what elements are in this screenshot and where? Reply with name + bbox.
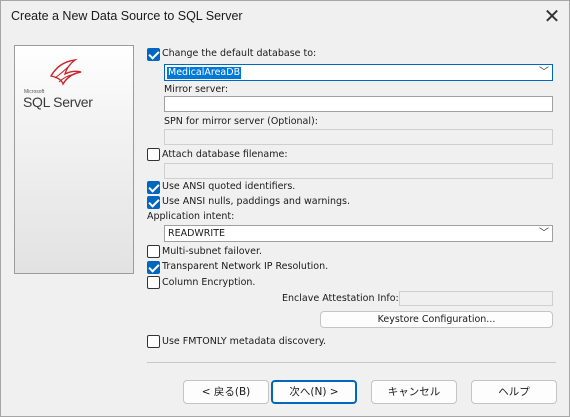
attach-db-checkbox[interactable] [147, 148, 160, 161]
column-encryption-label: Column Encryption. [162, 277, 256, 288]
title-bar: Create a New Data Source to SQL Server ✕ [1, 1, 569, 32]
multi-subnet-checkbox[interactable] [147, 245, 160, 258]
tnir-label: Transparent Network IP Resolution. [162, 261, 329, 272]
app-intent-value: READWRITE [168, 228, 226, 239]
sql-server-logo-icon [49, 58, 82, 86]
mirror-server-input[interactable] [164, 96, 553, 112]
database-combobox[interactable]: MedicalAreaDB ﹀ [164, 64, 553, 81]
spn-input[interactable] [164, 129, 553, 145]
attach-db-input[interactable] [164, 163, 553, 179]
change-default-db-checkbox[interactable] [147, 48, 160, 61]
ansi-nulls-label: Use ANSI nulls, paddings and warnings. [162, 196, 351, 207]
database-value: MedicalAreaDB [167, 67, 242, 79]
chevron-down-icon[interactable]: ﹀ [539, 226, 549, 241]
app-intent-combobox[interactable]: READWRITE ﹀ [164, 225, 553, 242]
multi-subnet-label: Multi-subnet failover. [162, 246, 263, 257]
spn-label: SPN for mirror server (Optional): [164, 116, 318, 127]
enclave-input[interactable] [399, 291, 553, 306]
ansi-nulls-checkbox[interactable] [147, 196, 160, 209]
tnir-checkbox[interactable] [147, 261, 160, 274]
dialog-window: Create a New Data Source to SQL Server ✕… [0, 0, 570, 417]
enclave-label: Enclave Attestation Info: [282, 293, 399, 304]
close-icon: ✕ [543, 4, 561, 28]
attach-db-label: Attach database filename: [162, 149, 288, 160]
window-title: Create a New Data Source to SQL Server [11, 9, 243, 23]
app-intent-label: Application intent: [147, 211, 235, 222]
change-default-db-label: Change the default database to: [162, 48, 317, 59]
ansi-quoted-label: Use ANSI quoted identifiers. [162, 181, 296, 192]
sql-server-logo-panel: Microsoft SQL Server [14, 45, 134, 274]
close-button[interactable]: ✕ [537, 3, 567, 29]
column-encryption-checkbox[interactable] [147, 276, 160, 289]
chevron-down-icon[interactable]: ﹀ [539, 65, 549, 80]
sql-server-label: SQL Server [23, 94, 93, 110]
mirror-server-label: Mirror server: [164, 84, 229, 95]
keystore-configuration-button[interactable]: Keystore Configuration... [320, 311, 553, 328]
back-button[interactable]: < 戻る(B) [183, 380, 269, 404]
footer-separator [147, 362, 556, 363]
fmtonly-checkbox[interactable] [147, 335, 160, 348]
ansi-quoted-checkbox[interactable] [147, 181, 160, 194]
cancel-button[interactable]: キャンセル [371, 380, 457, 404]
help-button[interactable]: ヘルプ [471, 380, 557, 404]
next-button[interactable]: 次へ(N) > [271, 380, 357, 404]
fmtonly-label: Use FMTONLY metadata discovery. [162, 336, 327, 347]
